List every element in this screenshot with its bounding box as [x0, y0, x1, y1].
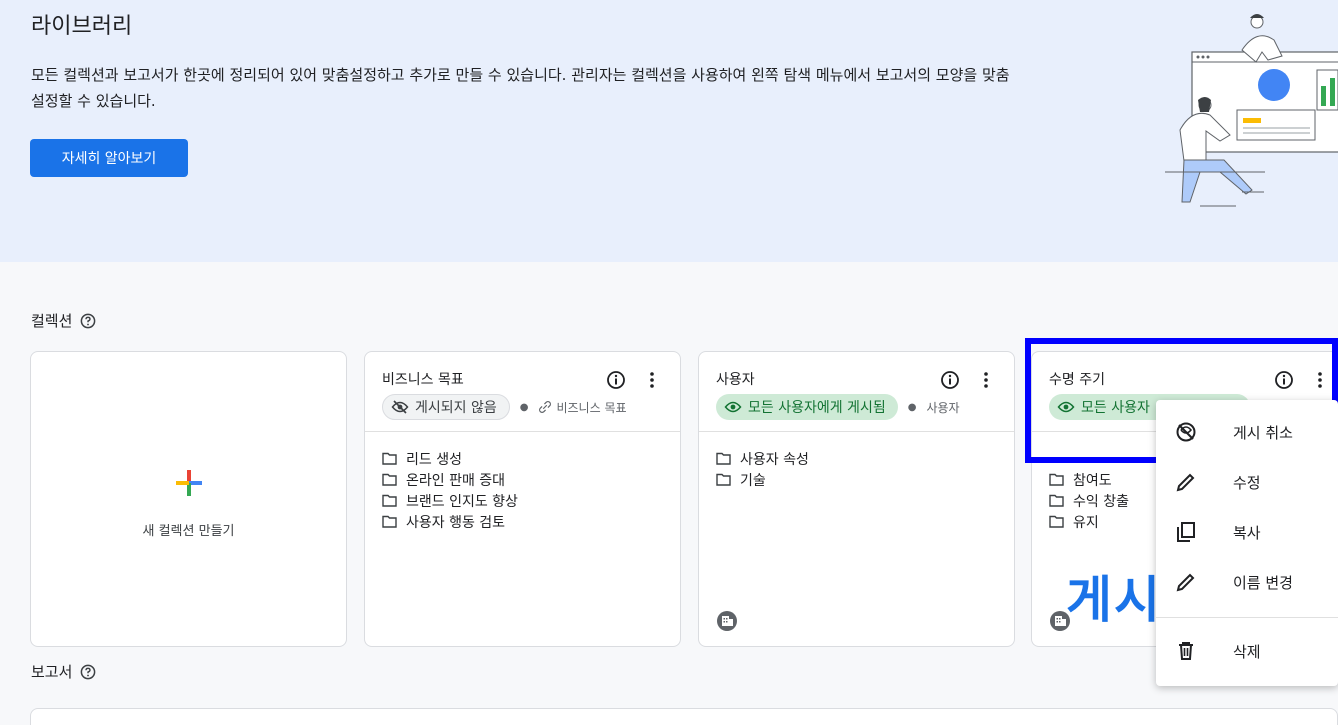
- menu-item-delete[interactable]: 삭제: [1156, 631, 1338, 671]
- page-title: 라이브러리: [31, 14, 133, 39]
- info-icon[interactable]: [940, 370, 960, 390]
- collections-title: 컬렉션: [31, 312, 73, 330]
- template-meta: 사용자: [926, 399, 959, 416]
- menu-item-rename[interactable]: 이름 변경: [1156, 562, 1338, 602]
- list-item: 참여도: [1049, 469, 1129, 490]
- status-label: 게시되지 않음: [415, 400, 497, 416]
- new-collection-card[interactable]: 새 컬렉션 만들기: [30, 351, 347, 647]
- eye-icon: [1057, 401, 1075, 413]
- folder-icon: [382, 515, 397, 528]
- card-title: 비즈니스 목표: [382, 372, 464, 388]
- collection-card-business-goals[interactable]: 비즈니스 목표 게시되지 않음 ● 비즈니스 목표 리드 생성 온라인 판매 증…: [364, 351, 681, 647]
- list-item: 온라인 판매 증대: [382, 469, 518, 490]
- plus-icon: [175, 469, 202, 496]
- card-header: 비즈니스 목표 게시되지 않음 ● 비즈니스 목표: [365, 352, 680, 432]
- card-header: 사용자 모든 사용자에게 게시됨 ● 사용자: [699, 352, 1014, 432]
- reports-title: 보고서: [31, 663, 73, 681]
- status-label: 모든 사용자: [1081, 400, 1150, 416]
- folder-icon: [1049, 473, 1064, 486]
- pencil-icon: [1174, 470, 1198, 494]
- list-item: 브랜드 인지도 향상: [382, 490, 518, 511]
- trash-icon: [1174, 639, 1198, 663]
- eye-icon: [724, 401, 742, 413]
- help-icon[interactable]: [80, 664, 96, 680]
- menu-item-label: 복사: [1233, 523, 1261, 542]
- reports-table: [30, 708, 1338, 725]
- card-title: 수명 주기: [1049, 372, 1105, 388]
- info-icon[interactable]: [606, 370, 626, 390]
- status-label: 모든 사용자에게 게시됨: [748, 400, 886, 416]
- folder-icon: [716, 452, 731, 465]
- eye-off-icon: [391, 400, 409, 414]
- context-menu: 게시 취소 수정 복사 이름 변경 삭제: [1156, 400, 1338, 686]
- organization-icon: [717, 611, 737, 631]
- card-title: 사용자: [716, 372, 755, 388]
- learn-more-button[interactable]: 자세히 알아보기: [30, 139, 188, 177]
- new-collection-label: 새 컬렉션 만들기: [142, 523, 235, 539]
- more-vert-icon[interactable]: [976, 370, 996, 390]
- reports-heading: 보고서: [31, 661, 96, 682]
- menu-item-label: 게시 취소: [1233, 423, 1293, 442]
- template-label: 사용자: [926, 400, 960, 415]
- menu-item-label: 수정: [1233, 473, 1261, 492]
- list-item: 리드 생성: [382, 448, 518, 469]
- status-row: 게시되지 않음 ● 비즈니스 목표: [382, 394, 627, 420]
- library-banner: 라이브러리 모든 컬렉션과 보고서가 한곳에 정리되어 있어 맞춤설정하고 추가…: [0, 0, 1338, 262]
- menu-divider: [1156, 617, 1338, 618]
- folder-icon: [1049, 494, 1064, 507]
- template-label: 비즈니스 목표: [556, 400, 627, 415]
- folder-icon: [382, 452, 397, 465]
- library-illustration: [1165, 14, 1338, 207]
- banner-description: 모든 컬렉션과 보고서가 한곳에 정리되어 있어 맞춤설정하고 추가로 만들 수…: [31, 66, 1010, 110]
- menu-item-edit[interactable]: 수정: [1156, 462, 1338, 502]
- separator-dot: ●: [519, 401, 529, 413]
- folder-icon: [1049, 515, 1064, 528]
- folder-icon: [716, 473, 731, 486]
- menu-item-label: 삭제: [1233, 642, 1261, 661]
- menu-item-copy[interactable]: 복사: [1156, 512, 1338, 552]
- separator-dot: ●: [907, 401, 917, 413]
- list-item: 기술: [716, 469, 809, 490]
- info-icon[interactable]: [1274, 370, 1294, 390]
- list-item: 수익 창출: [1049, 490, 1129, 511]
- template-meta: 비즈니스 목표: [538, 399, 627, 416]
- menu-item-unpublish[interactable]: 게시 취소: [1156, 412, 1338, 452]
- more-vert-icon[interactable]: [1310, 370, 1330, 390]
- more-vert-icon[interactable]: [642, 370, 662, 390]
- status-badge: 모든 사용자에게 게시됨: [716, 394, 898, 420]
- folder-icon: [382, 473, 397, 486]
- list-item: 유지: [1049, 511, 1129, 532]
- status-row: 모든 사용자에게 게시됨 ● 사용자: [716, 394, 960, 420]
- pencil-icon: [1174, 570, 1198, 594]
- help-icon[interactable]: [80, 313, 96, 329]
- list-item: 사용자 행동 검토: [382, 511, 518, 532]
- link-icon: [539, 401, 552, 413]
- copy-icon: [1174, 520, 1198, 544]
- menu-item-label: 이름 변경: [1233, 573, 1293, 592]
- collections-heading: 컬렉션: [31, 310, 96, 331]
- list-item: 사용자 속성: [716, 448, 809, 469]
- collection-card-user[interactable]: 사용자 모든 사용자에게 게시됨 ● 사용자 사용자 속성 기술: [698, 351, 1015, 647]
- status-badge: 게시되지 않음: [382, 394, 510, 420]
- publish-watermark: 게시: [1066, 571, 1162, 629]
- folder-list: 사용자 속성 기술: [716, 448, 809, 490]
- folder-list: 참여도 수익 창출 유지: [1049, 469, 1129, 532]
- unpublish-icon: [1174, 420, 1198, 444]
- folder-list: 리드 생성 온라인 판매 증대 브랜드 인지도 향상 사용자 행동 검토: [382, 448, 518, 532]
- folder-icon: [382, 494, 397, 507]
